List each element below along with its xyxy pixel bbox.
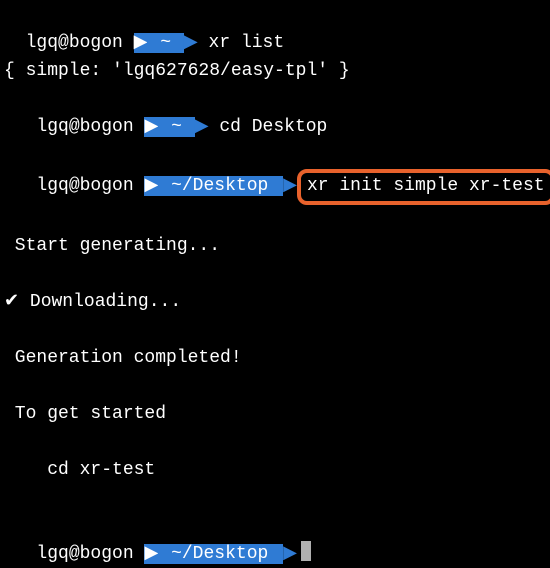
arrow-icon: ▶ — [144, 544, 158, 564]
path-segment: ~ — [147, 33, 183, 53]
user-host: lgq@bogon — [26, 176, 145, 196]
output-completed: Generation completed! — [0, 345, 550, 373]
downloading-text: Downloading... — [19, 292, 181, 312]
output-list: { simple: 'lgq627628/easy-tpl' } — [0, 58, 550, 86]
arrow-icon: ▶ — [134, 33, 148, 53]
output-generating: Start generating... — [0, 233, 550, 261]
user-host: lgq@bogon — [26, 117, 145, 137]
command-text: xr init simple xr-test — [307, 176, 545, 196]
prompt-line-4[interactable]: lgq@bogon ▶ ~/Desktop ▶ — [0, 513, 550, 568]
prompt-line-3: lgq@bogon ▶ ~/Desktop ▶ xr init simple xr… — [0, 141, 550, 205]
path-segment: ~ — [158, 117, 194, 137]
arrow-end-icon: ▶ — [283, 176, 297, 196]
check-icon: ✔ — [4, 292, 19, 312]
output-getstarted: To get started — [0, 401, 550, 429]
output-cd: cd xr-test — [0, 457, 550, 485]
prompt-line-2: lgq@bogon ▶ ~ ▶ cd Desktop — [0, 86, 550, 142]
arrow-icon: ▶ — [144, 117, 158, 137]
command-text: xr list — [198, 33, 284, 53]
arrow-end-icon: ▶ — [195, 117, 209, 137]
user-host: lgq@bogon — [26, 544, 145, 564]
output-downloading: ✔ Downloading... — [0, 289, 550, 317]
cursor[interactable] — [301, 541, 311, 561]
prompt-line-1: lgq@bogon ▶ ~ ▶ xr list — [0, 2, 550, 58]
command-text: cd Desktop — [209, 117, 328, 137]
arrow-end-icon: ▶ — [184, 33, 198, 53]
user-host: lgq@bogon — [26, 33, 134, 53]
path-segment: ~/Desktop — [158, 544, 283, 564]
arrow-end-icon: ▶ — [283, 544, 297, 564]
path-segment: ~/Desktop — [158, 176, 283, 196]
arrow-icon: ▶ — [144, 176, 158, 196]
highlighted-command: xr init simple xr-test — [297, 169, 550, 205]
